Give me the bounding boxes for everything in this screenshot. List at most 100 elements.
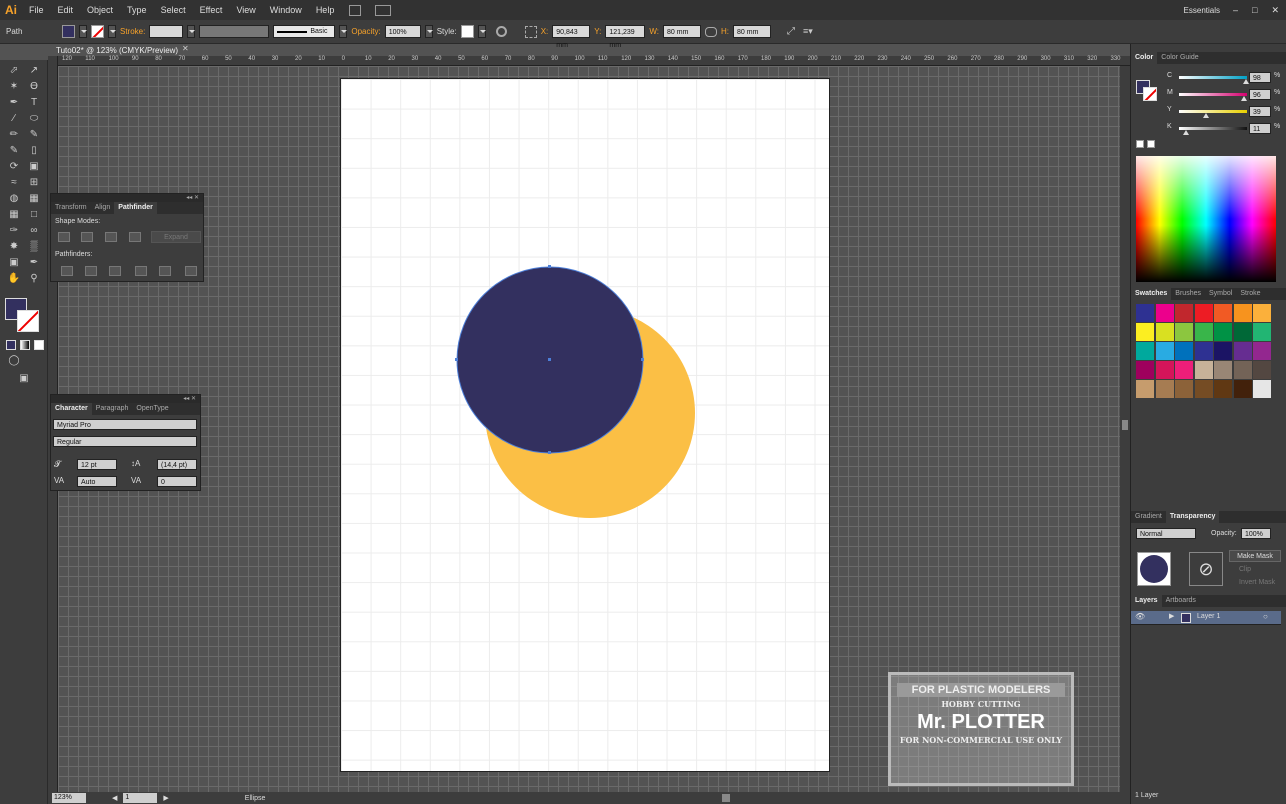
merge-button[interactable]	[109, 266, 121, 276]
outline-button[interactable]	[159, 266, 171, 276]
style-dropdown[interactable]	[477, 25, 486, 38]
align-to-icon[interactable]	[524, 25, 537, 38]
menu-view[interactable]: View	[229, 0, 262, 20]
opacity-field[interactable]: 100%	[384, 25, 421, 38]
color-stroke-box[interactable]	[1143, 87, 1157, 101]
menu-file[interactable]: File	[22, 0, 51, 20]
graphic-style-swatch[interactable]	[460, 25, 474, 38]
vertical-scrollbar[interactable]	[1120, 66, 1130, 792]
hand-tool-icon[interactable]: ✋	[6, 272, 22, 286]
panel-menu-icon[interactable]: ≡▾	[803, 26, 819, 38]
font-size-field[interactable]: 12 pt	[77, 459, 117, 470]
color-swatch[interactable]	[1214, 380, 1232, 398]
paintbrush-tool-icon[interactable]: ✏	[6, 128, 22, 142]
channel-value-k[interactable]: 11	[1249, 123, 1271, 134]
variable-width-field[interactable]	[199, 25, 270, 38]
first-artboard-icon[interactable]: ◀	[112, 794, 117, 802]
channel-slider-thumb[interactable]	[1242, 79, 1249, 84]
color-swatch[interactable]	[1194, 342, 1213, 360]
tab-swatches[interactable]: Swatches	[1131, 288, 1172, 300]
color-swatch[interactable]	[1194, 361, 1213, 379]
color-swatch[interactable]	[1233, 361, 1252, 379]
anchor-top[interactable]	[548, 265, 551, 268]
maximize-icon[interactable]: □	[1252, 5, 1257, 16]
channel-slider-m[interactable]	[1179, 93, 1247, 96]
color-swatch[interactable]	[1214, 361, 1232, 379]
color-swatch[interactable]	[1175, 361, 1193, 379]
color-swatch[interactable]	[1214, 304, 1232, 322]
none-swatch-mini[interactable]	[1147, 140, 1155, 148]
tab-stroke[interactable]: Stroke	[1236, 288, 1264, 300]
stroke-swatch[interactable]	[91, 25, 104, 38]
tab-gradient[interactable]: Gradient	[1131, 511, 1166, 523]
color-swatch[interactable]	[1214, 323, 1232, 341]
selection-tool-icon[interactable]: ⬀	[6, 64, 22, 78]
artboard-tool-icon[interactable]: ▣	[6, 256, 22, 270]
color-swatch[interactable]	[1253, 323, 1271, 341]
rotate-tool-icon[interactable]: ⟳	[6, 160, 22, 174]
opacity-dropdown[interactable]	[424, 25, 433, 38]
trim-button[interactable]	[85, 266, 97, 276]
zoom-field[interactable]: 123%	[52, 793, 86, 803]
ellipse-tool-icon[interactable]: ⬭	[26, 112, 42, 126]
type-tool-icon[interactable]: T	[26, 96, 42, 110]
font-family-field[interactable]: Myriad Pro	[53, 419, 197, 430]
tab-transparency[interactable]: Transparency	[1165, 511, 1220, 523]
color-swatch[interactable]	[1253, 380, 1271, 398]
w-field[interactable]: 80 mm	[663, 25, 702, 38]
arrange-documents-icon[interactable]	[375, 4, 392, 16]
eraser-tool-icon[interactable]: ▯	[26, 144, 42, 158]
slice-tool-icon[interactable]: ✒	[26, 256, 42, 270]
divide-button[interactable]	[61, 266, 73, 276]
color-swatch[interactable]	[1194, 304, 1213, 322]
anchor-bottom[interactable]	[548, 451, 551, 454]
tab-pathfinder[interactable]: Pathfinder	[114, 202, 157, 214]
blend-tool-icon[interactable]: ∞	[26, 224, 42, 238]
crop-button[interactable]	[135, 266, 147, 276]
menu-select[interactable]: Select	[154, 0, 193, 20]
minimize-icon[interactable]: –	[1233, 5, 1238, 16]
stroke-dropdown[interactable]	[108, 25, 116, 38]
tab-align[interactable]: Align	[91, 202, 115, 214]
tab-layers[interactable]: Layers	[1131, 595, 1162, 607]
symbol-sprayer-tool-icon[interactable]: ✸	[6, 240, 22, 254]
fill-dropdown[interactable]	[79, 25, 87, 38]
invert-mask-checkbox[interactable]: Invert Mask	[1239, 579, 1275, 586]
color-swatch[interactable]	[1155, 304, 1174, 322]
magic-wand-tool-icon[interactable]: ✶	[6, 80, 22, 94]
channel-slider-c[interactable]	[1179, 76, 1247, 79]
intersect-button[interactable]	[105, 232, 117, 242]
visibility-eye-icon[interactable]: 👁	[1135, 612, 1145, 621]
unite-button[interactable]	[58, 232, 70, 242]
constrain-proportions-icon[interactable]	[705, 26, 718, 37]
color-swatch[interactable]	[1155, 380, 1174, 398]
color-swatch[interactable]	[1253, 304, 1271, 322]
tab-artboards[interactable]: Artboards	[1162, 595, 1200, 607]
color-swatch[interactable]	[1136, 380, 1154, 398]
none-mode-icon[interactable]	[34, 340, 44, 350]
tracking-field[interactable]: 0	[157, 476, 197, 487]
channel-slider-y[interactable]	[1179, 110, 1247, 113]
color-swatch[interactable]	[1175, 342, 1193, 360]
screen-mode-icon[interactable]: ▣	[16, 372, 32, 386]
color-swatch[interactable]	[1194, 323, 1213, 341]
layer-row[interactable]: 👁 ▶ Layer 1 ○	[1131, 611, 1281, 625]
color-swatch[interactable]	[1175, 304, 1193, 322]
tab-color[interactable]: Color	[1131, 52, 1158, 64]
layer-name[interactable]: Layer 1	[1197, 613, 1220, 620]
direct-selection-tool-icon[interactable]: ↗	[26, 64, 42, 78]
color-spectrum[interactable]	[1136, 156, 1276, 282]
perspective-grid-tool-icon[interactable]: ▦	[26, 192, 42, 206]
minus-back-button[interactable]	[185, 266, 197, 276]
channel-slider-thumb[interactable]	[1202, 113, 1209, 118]
width-tool-icon[interactable]: ≈	[6, 176, 22, 190]
close-icon[interactable]: ✕	[1271, 5, 1279, 16]
layer-target-icon[interactable]: ○	[1263, 612, 1268, 621]
line-tool-icon[interactable]: ∕	[6, 112, 22, 126]
menu-object[interactable]: Object	[80, 0, 120, 20]
shape-builder-tool-icon[interactable]: ◍	[6, 192, 22, 206]
tab-color-guide[interactable]: Color Guide	[1157, 52, 1202, 64]
white-swatch-mini[interactable]	[1136, 140, 1144, 148]
color-swatch[interactable]	[1214, 342, 1232, 360]
menu-edit[interactable]: Edit	[51, 0, 81, 20]
